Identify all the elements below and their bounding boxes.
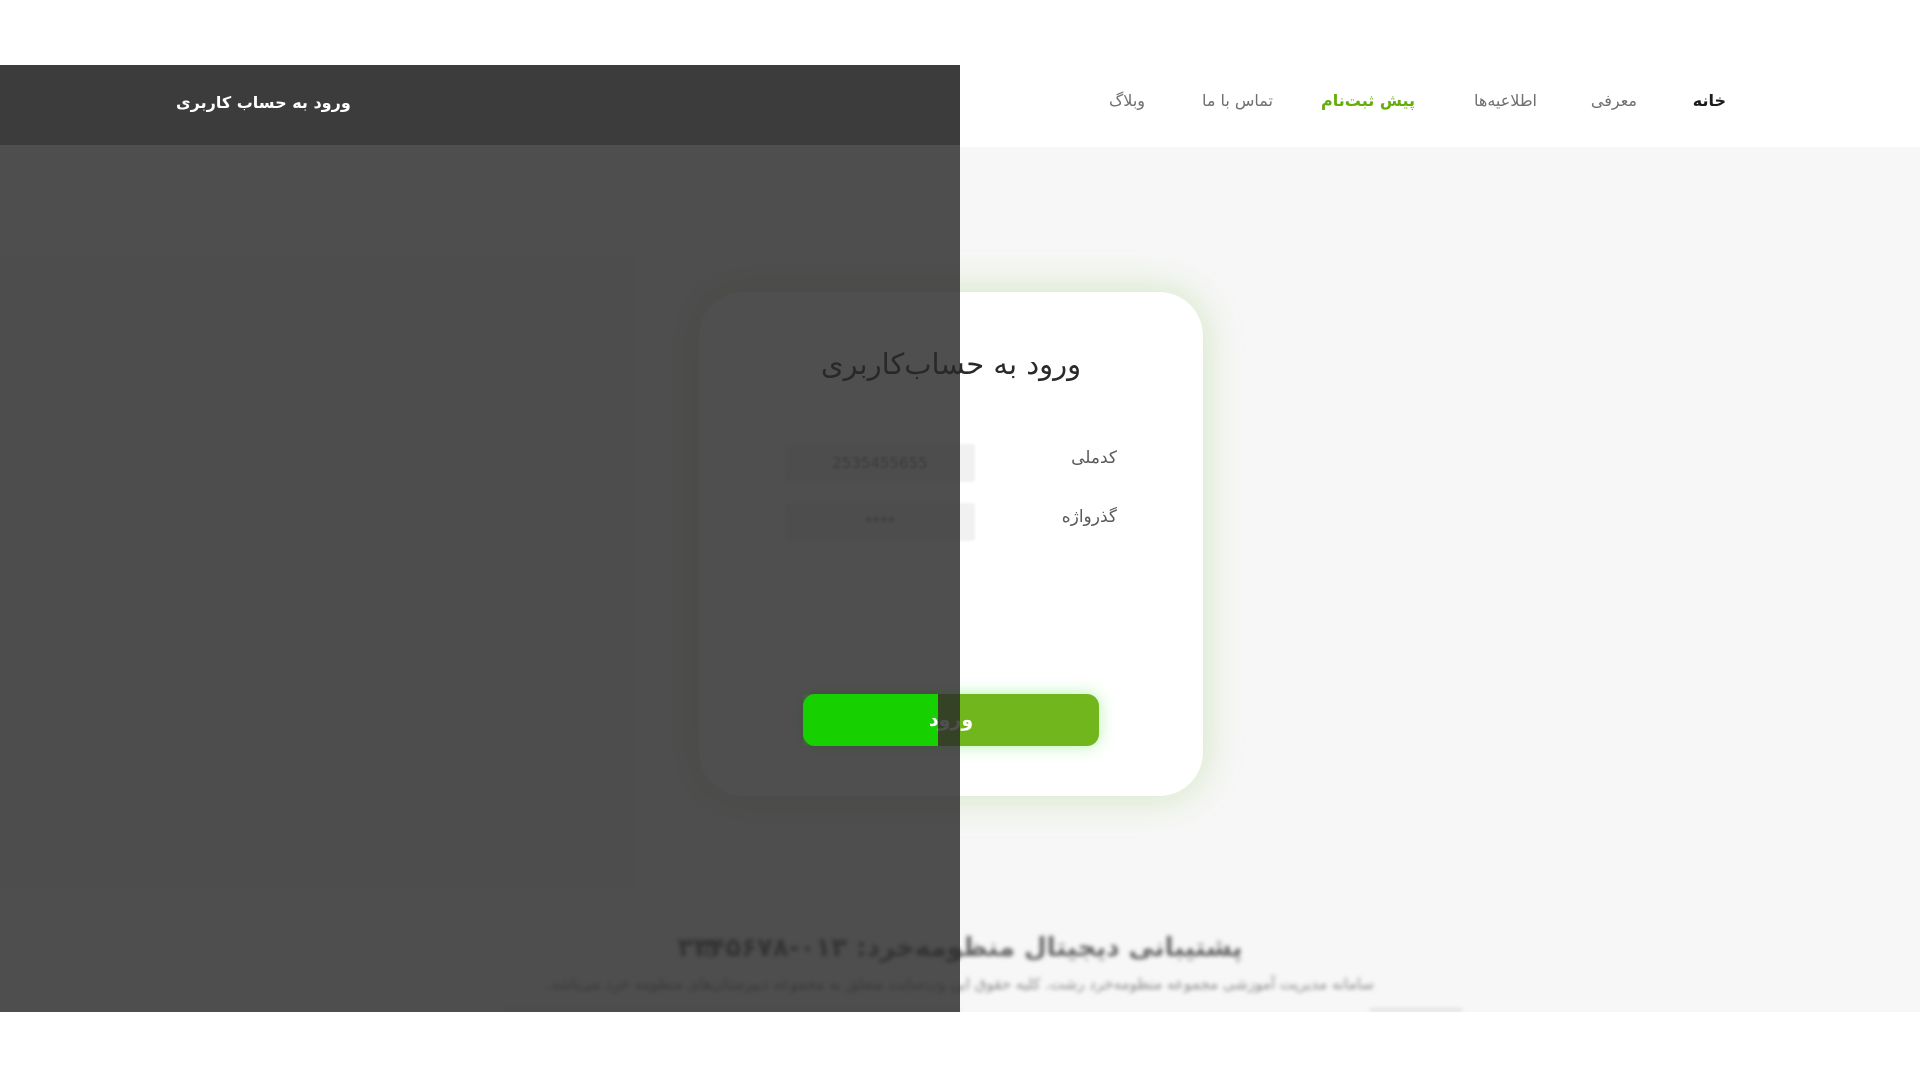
- nav-item-contact[interactable]: تماس با ما: [1202, 91, 1273, 110]
- overlay-header-title: ورود به حساب کاربری: [176, 93, 351, 112]
- login-page: خانه معرفی اطلاعیه‌ها پیش ثبت‌نام تماس ب…: [0, 65, 1920, 1012]
- overlay-header: ورود به حساب کاربری: [0, 65, 960, 145]
- national-code-label: کدملی: [1071, 448, 1117, 468]
- login-modal-overlay: ورود به حساب کاربری: [0, 65, 960, 1012]
- nav-item-about[interactable]: معرفی: [1591, 91, 1637, 110]
- nav-item-home[interactable]: خانه: [1693, 91, 1726, 110]
- nav-item-preregistration[interactable]: پیش ثبت‌نام: [1321, 91, 1415, 110]
- nav-item-announcements[interactable]: اطلاعیه‌ها: [1474, 91, 1537, 110]
- password-label: گذرواژه: [1061, 507, 1117, 527]
- footer-divider: [1370, 1009, 1462, 1011]
- nav-item-blog[interactable]: وبلاگ: [1109, 91, 1145, 110]
